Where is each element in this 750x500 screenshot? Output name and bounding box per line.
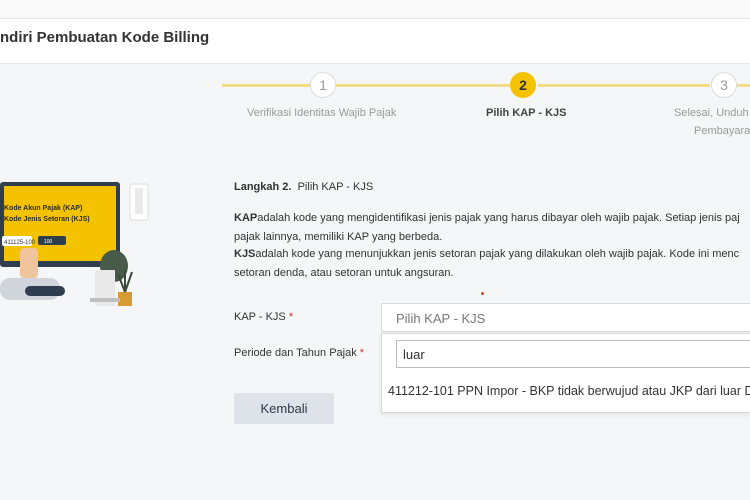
kap-description-line1: adalah kode yang mengidentifikasi jenis … <box>257 212 740 224</box>
step-2-indicator[interactable]: 2 <box>510 72 536 98</box>
back-button[interactable]: Kembali <box>234 393 334 424</box>
kap-term: KAP <box>234 212 258 224</box>
required-mark: * <box>359 347 365 359</box>
illus-code: 411125-100 <box>4 240 36 246</box>
kjs-description: KJSadalah kode yang menunjukkan jenis se… <box>234 246 750 263</box>
required-mark: * <box>288 311 294 323</box>
dropdown-search-input[interactable] <box>396 340 750 368</box>
kap-kjs-label: KAP - KJS * <box>234 311 293 323</box>
step-2-label: Pilih KAP - KJS <box>486 107 567 119</box>
kap-kjs-dropdown: 411212-101 PPN Impor - BKP tidak berwuju… <box>381 333 750 413</box>
period-label: Periode dan Tahun Pajak * <box>234 347 364 359</box>
step-3-label-line2: Pembayara <box>694 125 750 137</box>
stepper-line <box>736 84 750 87</box>
period-label-text: Periode dan Tahun Pajak <box>234 347 357 359</box>
kap-kjs-select[interactable]: Pilih KAP - KJS <box>381 303 750 332</box>
step-1-indicator[interactable]: 1 <box>310 72 336 98</box>
kap-description-line2: pajak lainnya, memiliki KAP yang berbeda… <box>234 231 443 243</box>
stepper-line <box>336 84 512 87</box>
page-header: ndiri Pembuatan Kode Billing <box>0 19 750 64</box>
step-heading-text: Pilih KAP - KJS <box>297 181 374 193</box>
illus-line1: Kode Akun Pajak (KAP) <box>4 205 82 212</box>
stepper-line <box>538 84 710 87</box>
required-dot <box>481 292 484 295</box>
step-3-indicator[interactable]: 3 <box>711 72 737 98</box>
illustration: Kode Akun Pajak (KAP) Kode Jenis Setoran… <box>0 182 149 306</box>
step-heading: Langkah 2. Pilih KAP - KJS <box>234 181 373 193</box>
top-bar <box>0 0 750 19</box>
step-1-label: Verifikasi Identitas Wajib Pajak <box>247 107 397 119</box>
step-heading-number: Langkah 2. <box>234 181 292 193</box>
kjs-description-line1: adalah kode yang menunjukkan jenis setor… <box>255 248 740 260</box>
kjs-term: KJS <box>234 248 256 260</box>
kjs-description-line2: setoran denda, atau setoran untuk angsur… <box>234 267 454 279</box>
page-title: ndiri Pembuatan Kode Billing <box>0 29 210 46</box>
plant-pot <box>118 292 132 306</box>
stepper-line <box>222 84 312 87</box>
illus-line2: Kode Jenis Setoran (KJS) <box>4 216 90 223</box>
illus-tag: 100 <box>44 239 53 245</box>
kap-description: KAPadalah kode yang mengidentifikasi jen… <box>234 210 750 227</box>
kap-kjs-label-text: KAP - KJS <box>234 311 286 323</box>
step-3-label: Selesai, Unduh <box>674 107 749 119</box>
kap-kjs-placeholder: Pilih KAP - KJS <box>396 311 486 326</box>
dropdown-option[interactable]: 411212-101 PPN Impor - BKP tidak berwuju… <box>388 384 750 398</box>
